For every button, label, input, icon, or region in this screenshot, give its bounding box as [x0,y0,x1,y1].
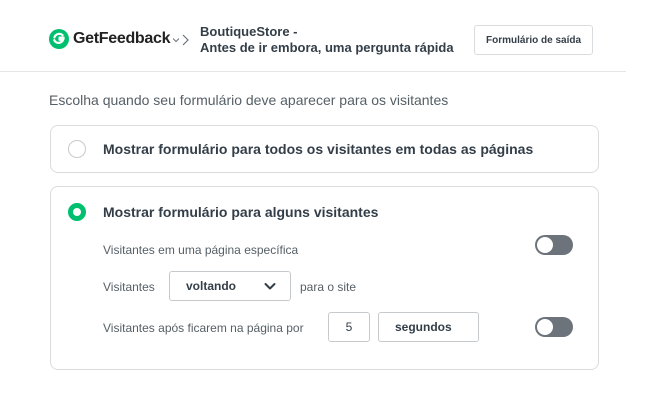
getfeedback-logo[interactable]: GetFeedback [49,29,180,49]
chevron-right-icon [182,34,189,46]
option-all-visitors[interactable]: Mostrar formulário para todos os visitan… [50,125,599,173]
option-some-visitors[interactable]: Mostrar formulário para alguns visitante… [50,186,599,370]
rule-returning-suffix: para o site [300,280,357,294]
getfeedback-logo-icon [49,29,69,49]
survey-title[interactable]: BoutiqueStore - Antes de ir embora, uma … [200,24,454,56]
time-unit-field[interactable]: segundos [378,312,479,342]
toggle-time-on-page[interactable] [535,317,573,337]
option-all-visitors-label: Mostrar formulário para todos os visitan… [103,141,534,157]
visitor-type-value: voltando [186,279,236,293]
chevron-down-icon [264,283,276,290]
visitor-type-select[interactable]: voltando [169,271,291,301]
rule-specific-page-label: Visitantes em uma página específica [103,243,299,257]
section-title: Escolha quando seu formulário deve apare… [49,92,449,108]
survey-type-badge: Formulário de saída [474,25,594,55]
toggle-knob [537,319,553,335]
survey-title-line-1: BoutiqueStore - [200,24,298,39]
time-on-page-input[interactable]: 5 [328,312,370,342]
caret-down-icon[interactable] [173,37,180,43]
radio-some-visitors[interactable] [68,203,86,221]
rule-returning-prefix: Visitantes [103,280,155,294]
app-header: GetFeedback BoutiqueStore - Antes de ir … [0,0,646,72]
toggle-knob [537,237,553,253]
brand-name: GetFeedback [73,30,171,47]
radio-all-visitors[interactable] [68,140,86,158]
survey-title-line-2: Antes de ir embora, uma pergunta rápida [200,40,454,55]
header-divider [0,71,626,72]
rule-time-on-page-label: Visitantes após ficarem na página por [103,321,304,335]
toggle-specific-page[interactable] [535,235,573,255]
option-some-visitors-label: Mostrar formulário para alguns visitante… [103,204,379,220]
